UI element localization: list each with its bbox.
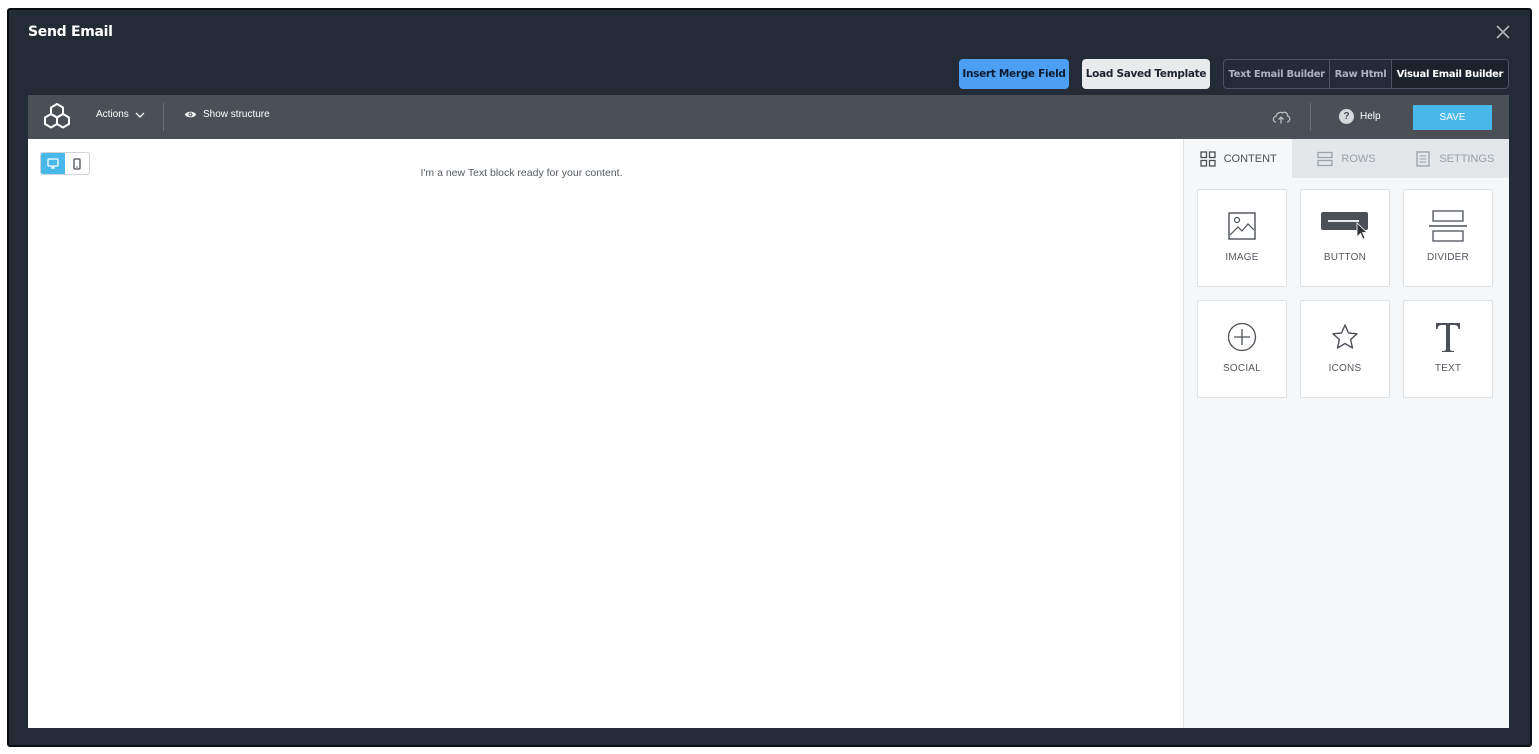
button-icon (1321, 210, 1369, 242)
help-label: Help (1360, 111, 1381, 122)
question-icon: ? (1339, 109, 1354, 124)
content-block-social[interactable]: SOCIAL (1197, 300, 1287, 398)
content-block-button[interactable]: BUTTON (1300, 189, 1390, 287)
actions-label: Actions (96, 109, 129, 120)
divider-icon (1424, 210, 1472, 242)
insert-merge-field-button[interactable]: Insert Merge Field (959, 59, 1069, 89)
save-button[interactable]: SAVE (1413, 105, 1492, 130)
load-saved-template-button[interactable]: Load Saved Template (1082, 59, 1210, 89)
content-blocks-grid: IMAGE BUTTON DIVIDER SOCIAL ICONS TEXT (1197, 189, 1493, 398)
cloud-upload-icon[interactable] (1270, 107, 1292, 127)
show-structure-toggle[interactable]: Show structure (184, 109, 270, 120)
builder-toolbar: Actions Show structure ? Help SAVE (28, 95, 1509, 139)
content-block-image[interactable]: IMAGE (1197, 189, 1287, 287)
tab-content-label: CONTENT (1223, 152, 1277, 165)
panel-tabs: CONTENT ROWS SETTINGS (1184, 139, 1509, 178)
text-icon (1424, 321, 1472, 353)
content-block-label: ICONS (1328, 363, 1362, 374)
rows-icon (1317, 151, 1334, 166)
content-block-label: BUTTON (1323, 252, 1367, 263)
help-button[interactable]: ? Help (1339, 109, 1381, 124)
email-builder: Actions Show structure ? Help SAVE I'm a… (28, 95, 1509, 728)
cubes-logo-icon (42, 102, 72, 132)
text-block[interactable]: I'm a new Text block ready for your cont… (28, 167, 1015, 179)
content-block-label: DIVIDER (1427, 252, 1469, 263)
content-block-label: TEXT (1434, 363, 1462, 374)
modal-title: Send Email (28, 24, 113, 40)
plus-circle-icon (1218, 321, 1266, 353)
tab-text-email-builder[interactable]: Text Email Builder (1224, 60, 1329, 88)
tab-settings-label: SETTINGS (1439, 152, 1495, 165)
content-block-text[interactable]: TEXT (1403, 300, 1493, 398)
tab-settings[interactable]: SETTINGS (1400, 139, 1509, 178)
eye-icon (184, 111, 197, 118)
toolbar-divider (163, 103, 164, 131)
actions-menu[interactable]: Actions (96, 109, 145, 120)
image-icon (1218, 210, 1266, 242)
content-block-label: SOCIAL (1223, 363, 1261, 374)
chevron-down-icon (135, 112, 145, 118)
content-block-divider[interactable]: DIVIDER (1403, 189, 1493, 287)
close-icon[interactable] (1494, 23, 1512, 41)
grid-icon (1199, 150, 1216, 167)
content-block-label: IMAGE (1225, 252, 1259, 263)
tab-visual-email-builder[interactable]: Visual Email Builder (1390, 60, 1508, 88)
content-block-icons[interactable]: ICONS (1300, 300, 1390, 398)
email-canvas[interactable]: I'm a new Text block ready for your cont… (28, 139, 1183, 728)
tab-content[interactable]: CONTENT (1184, 139, 1293, 178)
tab-rows[interactable]: ROWS (1292, 139, 1401, 178)
editor-mode-switch: Text Email Builder Raw Html Visual Email… (1223, 59, 1509, 89)
send-email-modal: Send Email Insert Merge Field Load Saved… (7, 8, 1532, 747)
star-icon (1321, 321, 1369, 353)
settings-doc-icon (1416, 150, 1430, 167)
tab-rows-label: ROWS (1341, 152, 1376, 165)
content-panel: CONTENT ROWS SETTINGS IMAGE BUTTON DIVID… (1183, 139, 1509, 728)
show-structure-label: Show structure (203, 109, 270, 120)
tab-raw-html[interactable]: Raw Html (1329, 60, 1391, 88)
screen: Send Email Insert Merge Field Load Saved… (0, 0, 1539, 754)
toolbar-divider (1310, 103, 1311, 131)
